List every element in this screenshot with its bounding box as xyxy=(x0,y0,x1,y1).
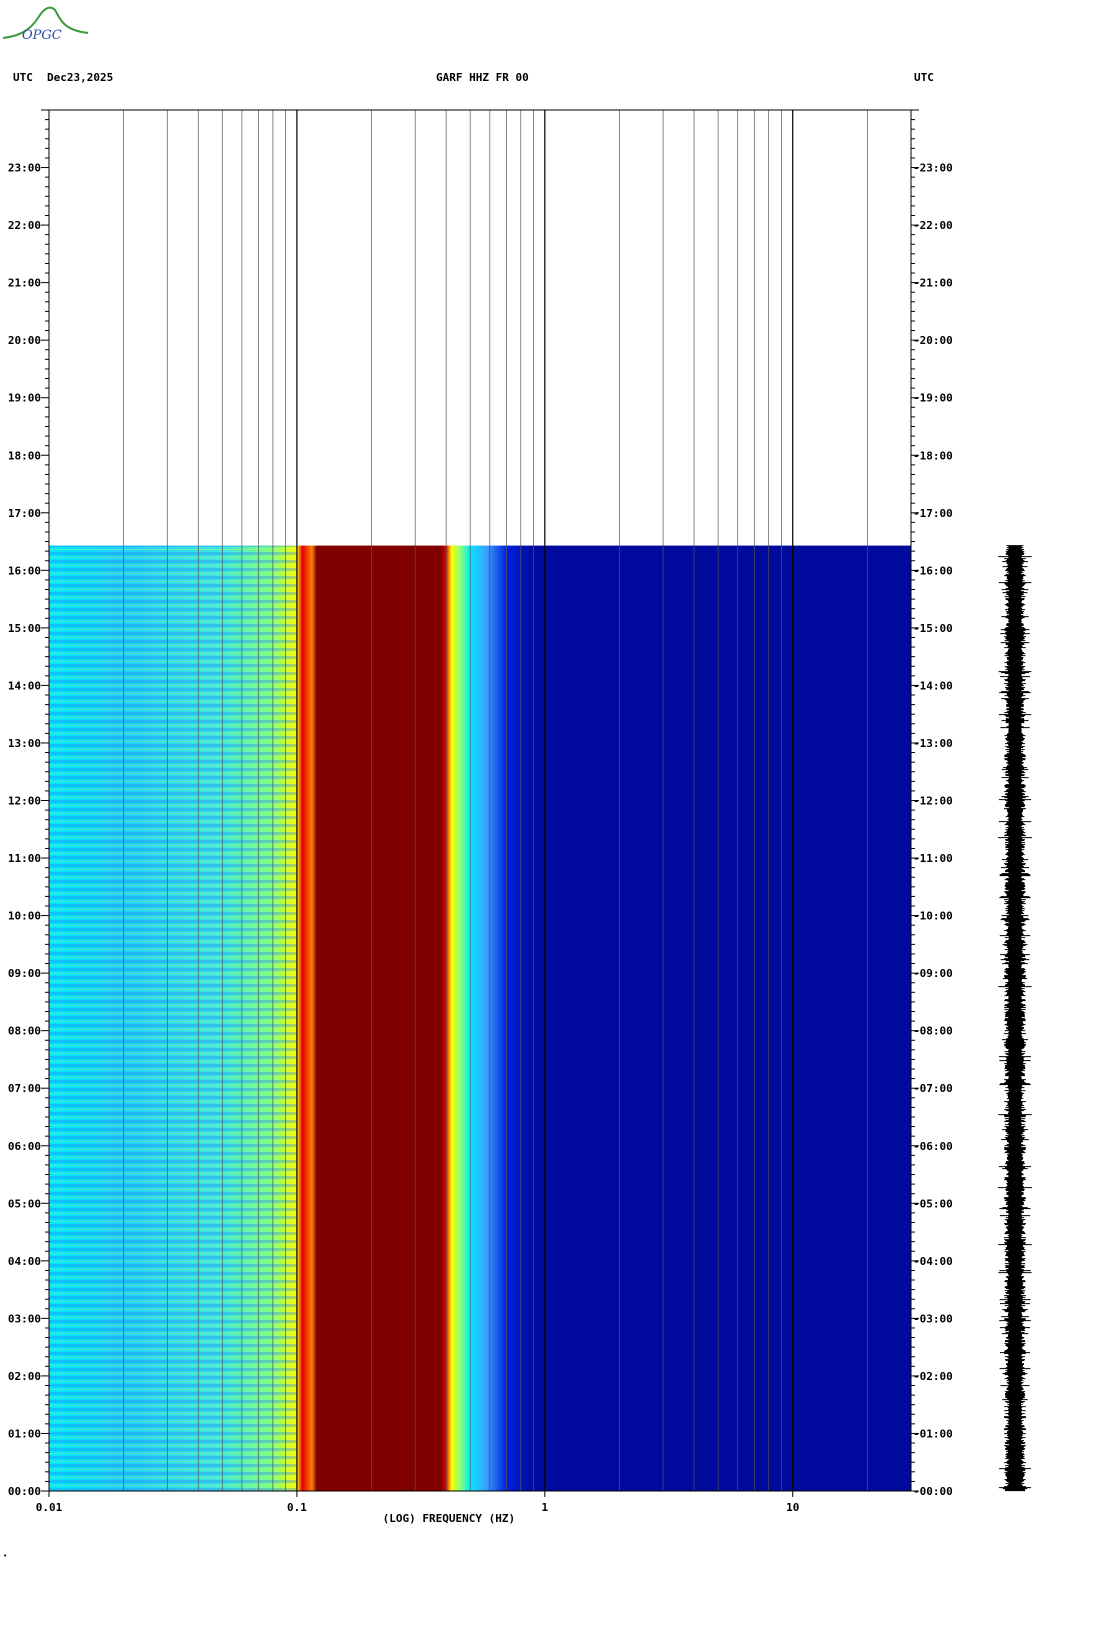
time-tick-label: -08:00 xyxy=(913,1025,953,1038)
time-tick-label: 22:00 xyxy=(8,219,41,232)
time-tick-label: 12:00 xyxy=(8,795,41,808)
time-tick-label: 02:00 xyxy=(8,1370,41,1383)
time-tick-label: 06:00 xyxy=(8,1140,41,1153)
x-tick-label: 0.01 xyxy=(36,1501,63,1514)
time-tick-label: -03:00 xyxy=(913,1312,953,1325)
time-tick-label: 03:00 xyxy=(8,1312,41,1325)
time-tick-label: -07:00 xyxy=(913,1082,953,1095)
time-tick-label: -04:00 xyxy=(913,1255,953,1268)
time-tick-label: -11:00 xyxy=(913,852,953,865)
time-tick-label: -14:00 xyxy=(913,679,953,692)
time-tick-label: -00:00 xyxy=(913,1485,953,1498)
time-tick-label: 23:00 xyxy=(8,162,41,175)
time-tick-label: -10:00 xyxy=(913,910,953,923)
right-time-axis: -23:00 -22:00 -21:00 -20:00 -19:00 -18:00 -17:… xyxy=(911,109,953,1498)
x-tick-label: 10 xyxy=(786,1501,799,1514)
seismic-trace xyxy=(998,545,1032,1492)
time-tick-label: 16:00 xyxy=(8,564,41,577)
time-tick-label: 09:00 xyxy=(8,967,41,980)
frequency-axis: 0.01 0.1 1 10 xyxy=(36,1491,799,1514)
time-tick-label: -09:00 xyxy=(913,967,953,980)
time-tick-label: 17:00 xyxy=(8,507,41,520)
left-time-axis: 23:00 22:00 21:00 20:00 19:00 18:00 17:00 16:00… xyxy=(8,109,49,1498)
time-tick-label: -17:00 xyxy=(913,507,953,520)
time-tick-label: -15:00 xyxy=(913,622,953,635)
time-tick-label: -02:00 xyxy=(913,1370,953,1383)
footer-mark: • xyxy=(3,1552,8,1560)
time-tick-label: 05:00 xyxy=(8,1197,41,1210)
time-tick-label: 04:00 xyxy=(8,1255,41,1268)
time-tick-label: -06:00 xyxy=(913,1140,953,1153)
x-tick-label: 0.1 xyxy=(287,1501,307,1514)
time-tick-label: -13:00 xyxy=(913,737,953,750)
time-tick-label: -16:00 xyxy=(913,564,953,577)
time-tick-label: -05:00 xyxy=(913,1197,953,1210)
time-tick-label: 21:00 xyxy=(8,277,41,290)
time-tick-label: 18:00 xyxy=(8,449,41,462)
trace-waveform xyxy=(998,545,1032,1492)
time-tick-label: 20:00 xyxy=(8,334,41,347)
x-axis-label: (LOG) FREQUENCY (HZ) xyxy=(383,1512,515,1525)
time-tick-label: -20:00 xyxy=(913,334,953,347)
time-tick-label: 14:00 xyxy=(8,679,41,692)
time-tick-label: 00:00 xyxy=(8,1485,41,1498)
time-tick-label: -23:00 xyxy=(913,162,953,175)
time-tick-label: -21:00 xyxy=(913,277,953,290)
x-tick-label: 1 xyxy=(541,1501,548,1514)
time-tick-label: -19:00 xyxy=(913,392,953,405)
time-tick-label: -22:00 xyxy=(913,219,953,232)
time-tick-label: 13:00 xyxy=(8,737,41,750)
time-tick-label: 10:00 xyxy=(8,910,41,923)
time-tick-label: 19:00 xyxy=(8,392,41,405)
spectrogram-chart: 23:00 22:00 21:00 20:00 19:00 18:00 17:00 16:00… xyxy=(8,109,1032,1525)
time-tick-label: 08:00 xyxy=(8,1025,41,1038)
time-tick-label: 07:00 xyxy=(8,1082,41,1095)
spectrogram-stripes xyxy=(49,545,297,1491)
time-tick-label: -12:00 xyxy=(913,795,953,808)
time-tick-label: 01:00 xyxy=(8,1427,41,1440)
time-tick-label: -18:00 xyxy=(913,449,953,462)
time-tick-label: -01:00 xyxy=(913,1427,953,1440)
time-tick-label: 15:00 xyxy=(8,622,41,635)
time-tick-label: 11:00 xyxy=(8,852,41,865)
